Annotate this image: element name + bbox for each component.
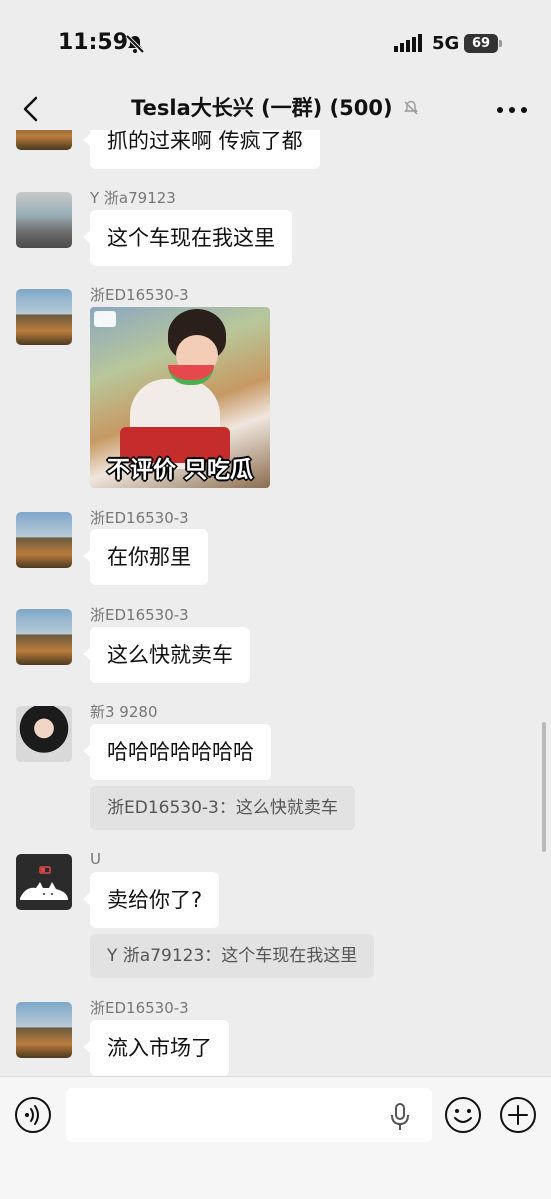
bell-off-icon xyxy=(125,34,145,54)
voice-icon[interactable] xyxy=(14,1096,52,1134)
sender-name: 浙ED16530-3 xyxy=(90,606,189,624)
avatar[interactable] xyxy=(16,289,72,345)
message-bubble[interactable]: 流入市场了 xyxy=(83,1020,229,1076)
signal-icon xyxy=(394,34,422,52)
message-bubble[interactable]: 抓的过来啊 传疯了都 xyxy=(83,130,320,169)
sender-name: 新3 9280 xyxy=(90,703,158,721)
sticker-caption: 不评价 只吃瓜 xyxy=(106,457,253,483)
muted-bell-icon xyxy=(404,100,418,115)
avatar[interactable] xyxy=(16,706,72,762)
sender-name: 浙ED16530-3 xyxy=(90,286,189,304)
more-icon[interactable] xyxy=(496,106,528,114)
status-bar: 11:59 5G 69 xyxy=(0,0,551,84)
mic-icon[interactable] xyxy=(390,1103,410,1131)
sender-name: U xyxy=(90,850,101,868)
message-bubble[interactable]: 哈哈哈哈哈哈哈 xyxy=(83,724,271,780)
avatar[interactable] xyxy=(16,1002,72,1058)
chat-title: Tesla大长兴 (一群) (500) xyxy=(0,92,551,122)
emoji-icon[interactable] xyxy=(444,1096,482,1134)
message-input[interactable] xyxy=(66,1088,432,1142)
sticker-badge-icon xyxy=(94,311,116,327)
network-type: 5G xyxy=(432,33,460,54)
avatar[interactable] xyxy=(16,512,72,568)
avatar[interactable] xyxy=(16,192,72,248)
battery-level: 69 xyxy=(464,34,498,53)
cat-icon xyxy=(20,866,68,900)
message-bubble[interactable]: 这个车现在我这里 xyxy=(83,210,292,266)
battery-icon: 69 xyxy=(464,34,502,53)
scrollbar[interactable] xyxy=(542,722,546,852)
status-time: 11:59 xyxy=(58,30,129,55)
sticker-image[interactable]: 不评价 只吃瓜 xyxy=(90,307,270,488)
message-list[interactable]: 抓的过来啊 传疯了都 Y 浙a79123 这个车现在我这里 浙ED16530-3… xyxy=(0,130,551,1076)
message-bubble[interactable]: 在你那里 xyxy=(83,529,208,585)
chat-header: Tesla大长兴 (一群) (500) xyxy=(0,84,551,134)
plus-icon[interactable] xyxy=(499,1096,537,1134)
sender-name: 浙ED16530-3 xyxy=(90,999,189,1017)
avatar[interactable] xyxy=(16,130,72,150)
quoted-reply[interactable]: 浙ED16530-3：这么快就卖车 xyxy=(90,786,355,830)
quoted-reply[interactable]: Y 浙a79123：这个车现在我这里 xyxy=(90,934,375,978)
chat-title-text: Tesla大长兴 (一群) (500) xyxy=(131,96,393,120)
message-bubble[interactable]: 这么快就卖车 xyxy=(83,627,250,683)
sender-name: Y 浙a79123 xyxy=(90,189,176,207)
message-bubble[interactable]: 卖给你了? xyxy=(82,872,220,928)
avatar[interactable] xyxy=(16,854,72,910)
sender-name: 浙ED16530-3 xyxy=(90,509,189,527)
input-bar xyxy=(0,1076,551,1199)
avatar[interactable] xyxy=(16,609,72,665)
